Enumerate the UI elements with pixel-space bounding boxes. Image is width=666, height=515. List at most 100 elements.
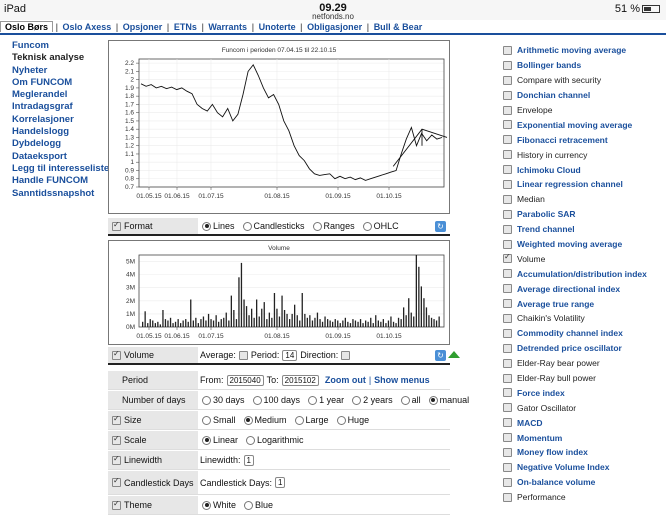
indicator-item[interactable]: Trend channel: [503, 222, 663, 237]
top-nav-item[interactable]: Bull & Bear: [372, 22, 425, 32]
theme-radio[interactable]: [202, 500, 211, 510]
indicator-checkbox[interactable]: [503, 403, 512, 413]
indicator-checkbox[interactable]: [503, 447, 512, 457]
indicator-checkbox[interactable]: [503, 269, 512, 279]
refresh-volume-icon[interactable]: ↻: [435, 350, 446, 361]
linewidth-input[interactable]: 1: [243, 454, 254, 466]
indicator-label[interactable]: Detrended price oscillator: [517, 343, 622, 353]
left-nav-item[interactable]: Legg til interesseliste: [12, 163, 112, 175]
up-arrow-icon[interactable]: [448, 351, 460, 358]
top-nav-item[interactable]: Unoterte: [257, 22, 298, 32]
indicator-checkbox[interactable]: [503, 135, 512, 145]
scale-checkbox[interactable]: [112, 434, 121, 445]
volume-checkbox[interactable]: [112, 349, 121, 360]
zoom-out-link[interactable]: Zoom out: [325, 375, 366, 385]
top-nav-item[interactable]: Opsjoner: [121, 22, 165, 32]
indicator-label[interactable]: Average true range: [517, 299, 594, 309]
top-nav-item[interactable]: Oslo Børs: [0, 21, 54, 32]
indicator-label[interactable]: On-balance volume: [517, 477, 595, 487]
indicator-checkbox[interactable]: [503, 120, 512, 130]
indicator-checkbox[interactable]: [503, 328, 512, 338]
indicator-item[interactable]: Gator Oscillator: [503, 400, 663, 415]
indicator-item[interactable]: History in currency: [503, 147, 663, 162]
days-radio[interactable]: [428, 395, 438, 405]
indicator-label[interactable]: Arithmetic moving average: [517, 45, 626, 55]
format-checkbox[interactable]: [112, 220, 121, 231]
indicator-item[interactable]: Elder-Ray bear power: [503, 356, 663, 371]
left-nav-item[interactable]: Om FUNCOM: [12, 77, 112, 89]
average-checkbox[interactable]: [238, 350, 248, 360]
indicator-checkbox[interactable]: [503, 165, 512, 175]
days-radio[interactable]: [352, 395, 362, 405]
indicator-checkbox[interactable]: [503, 224, 512, 234]
indicator-label[interactable]: Average directional index: [517, 284, 620, 294]
left-nav-item[interactable]: Funcom: [12, 40, 112, 52]
format-radio[interactable]: [202, 221, 211, 231]
indicator-label[interactable]: Weighted moving average: [517, 239, 622, 249]
indicator-label[interactable]: Parabolic SAR: [517, 209, 576, 219]
indicator-item[interactable]: Exponential moving average: [503, 117, 663, 132]
indicator-label[interactable]: Ichimoku Cloud: [517, 165, 581, 175]
size-radio[interactable]: [243, 415, 253, 425]
left-nav-item[interactable]: Nyheter: [12, 65, 112, 77]
to-input[interactable]: 2015102: [281, 374, 319, 386]
indicator-item[interactable]: Average true range: [503, 296, 663, 311]
indicator-item[interactable]: Donchian channel: [503, 88, 663, 103]
format-radio[interactable]: [362, 221, 372, 231]
indicator-checkbox[interactable]: [503, 462, 512, 472]
size-radio[interactable]: [202, 415, 211, 425]
indicator-item[interactable]: Volume: [503, 251, 663, 266]
indicator-checkbox[interactable]: [503, 358, 512, 368]
price-chart[interactable]: Funcom i perioden 07.04.15 til 22.10.15 0…: [108, 40, 450, 214]
scale-radio[interactable]: [246, 435, 256, 445]
indicator-item[interactable]: On-balance volume: [503, 475, 663, 490]
indicator-item[interactable]: Arithmetic moving average: [503, 43, 663, 58]
indicator-item[interactable]: Average directional index: [503, 281, 663, 296]
indicator-checkbox[interactable]: [503, 105, 512, 115]
left-nav-item[interactable]: Dybdelogg: [12, 138, 112, 150]
indicator-item[interactable]: Momentum: [503, 430, 663, 445]
size-radio[interactable]: [294, 415, 304, 425]
indicator-label[interactable]: Money flow index: [517, 447, 588, 457]
top-nav-item[interactable]: Warrants: [206, 22, 249, 32]
direction-checkbox[interactable]: [341, 350, 351, 360]
linewidth-checkbox[interactable]: [112, 454, 121, 465]
left-nav-item[interactable]: Teknisk analyse: [12, 52, 112, 64]
indicator-checkbox[interactable]: [503, 343, 512, 353]
left-nav-item[interactable]: Sanntidssnapshot: [12, 188, 112, 200]
scale-radio[interactable]: [202, 435, 211, 445]
size-checkbox[interactable]: [112, 414, 121, 425]
days-radio[interactable]: [202, 395, 211, 405]
indicator-item[interactable]: Commodity channel index: [503, 326, 663, 341]
indicator-item[interactable]: Chaikin's Volatility: [503, 311, 663, 326]
indicator-label[interactable]: Trend channel: [517, 224, 575, 234]
left-nav-item[interactable]: Dataeksport: [12, 151, 112, 163]
top-nav-item[interactable]: Obligasjoner: [305, 22, 364, 32]
left-nav-item[interactable]: Meglerandel: [12, 89, 112, 101]
indicator-item[interactable]: Envelope: [503, 103, 663, 118]
indicator-label[interactable]: Linear regression channel: [517, 179, 623, 189]
indicator-checkbox[interactable]: [503, 388, 512, 398]
indicator-item[interactable]: Accumulation/distribution index: [503, 266, 663, 281]
indicator-checkbox[interactable]: [503, 60, 512, 70]
format-radio[interactable]: [242, 221, 252, 231]
indicator-item[interactable]: Compare with security: [503, 73, 663, 88]
indicator-checkbox[interactable]: [503, 299, 512, 309]
size-radio[interactable]: [336, 415, 346, 425]
indicator-item[interactable]: Median: [503, 192, 663, 207]
indicator-item[interactable]: Force index: [503, 385, 663, 400]
indicator-label[interactable]: Force index: [517, 388, 565, 398]
indicator-label[interactable]: Momentum: [517, 433, 562, 443]
indicator-item[interactable]: Fibonacci retracement: [503, 132, 663, 147]
days-radio[interactable]: [252, 395, 262, 405]
indicator-checkbox[interactable]: [503, 418, 512, 428]
indicator-label[interactable]: Exponential moving average: [517, 120, 632, 130]
indicator-checkbox[interactable]: [503, 433, 512, 443]
indicator-label[interactable]: Bollinger bands: [517, 60, 581, 70]
format-radio[interactable]: [312, 221, 322, 231]
volume-period-input[interactable]: 14: [282, 349, 298, 361]
indicator-item[interactable]: Negative Volume Index: [503, 460, 663, 475]
indicator-checkbox[interactable]: [503, 284, 512, 294]
indicator-checkbox[interactable]: [503, 252, 512, 264]
indicator-checkbox[interactable]: [503, 45, 512, 55]
